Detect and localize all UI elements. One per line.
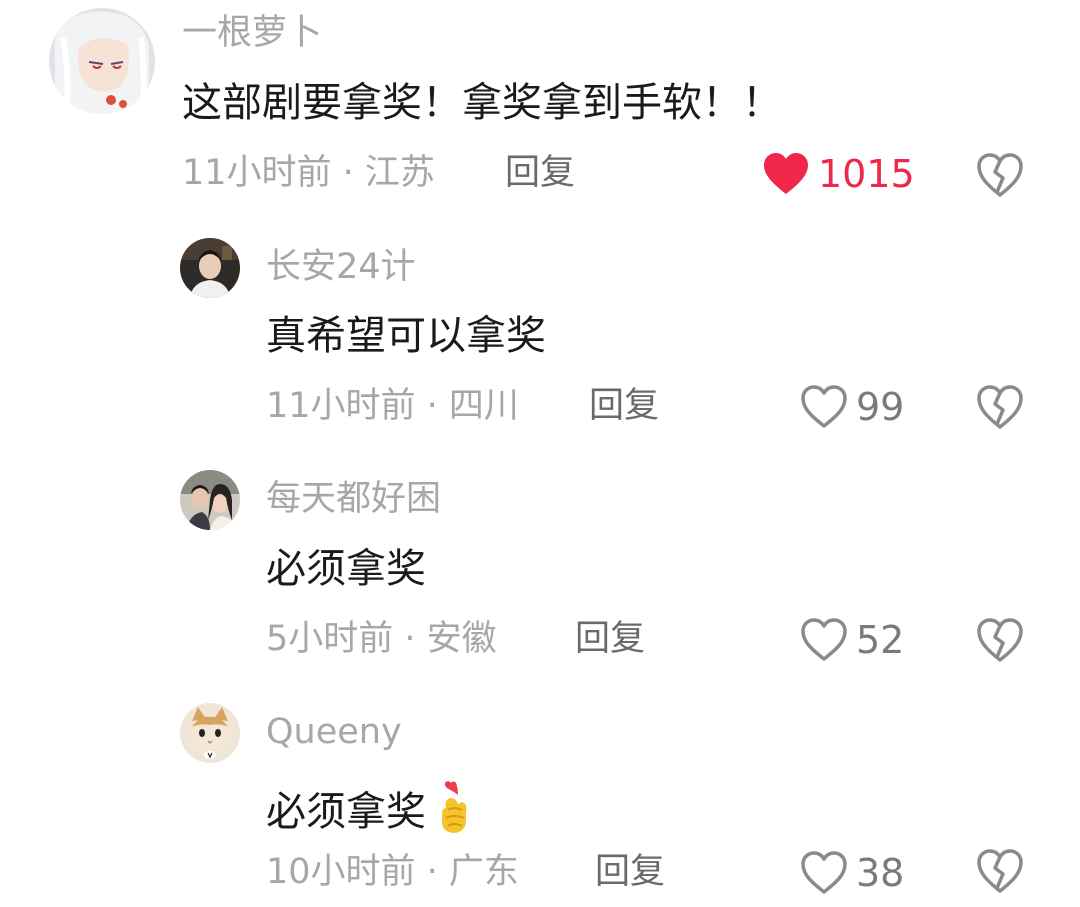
- comment-meta: 11小时前 · 四川: [266, 386, 519, 426]
- anime-character-avatar-icon: [49, 8, 155, 114]
- reply-button[interactable]: 回复: [595, 855, 665, 890]
- dislike-button[interactable]: [976, 152, 1024, 198]
- broken-heart-icon: [977, 385, 1023, 429]
- broken-heart-icon: [977, 618, 1023, 662]
- comment-text: 必须拿奖: [266, 546, 426, 592]
- broken-heart-icon: [977, 849, 1023, 893]
- comment-username[interactable]: Queeny: [266, 715, 402, 750]
- comment-username[interactable]: 长安24计: [266, 250, 416, 285]
- like-count: 52: [856, 618, 905, 662]
- cat-avatar-icon: [180, 703, 240, 763]
- comment-text: 必须拿奖: [266, 788, 426, 835]
- like-button[interactable]: 99: [800, 383, 904, 431]
- avatar[interactable]: [180, 470, 240, 530]
- like-button[interactable]: 1015: [762, 150, 915, 198]
- couple-photo-avatar-icon: [180, 470, 240, 530]
- like-count: 1015: [818, 152, 915, 196]
- dislike-button[interactable]: [976, 384, 1024, 430]
- comment-text: 这部剧要拿奖！拿奖拿到手软！！: [182, 80, 782, 126]
- like-count: 38: [856, 851, 905, 895]
- avatar[interactable]: [180, 703, 240, 763]
- dislike-button[interactable]: [976, 848, 1024, 894]
- dislike-button[interactable]: [976, 617, 1024, 663]
- reply-button[interactable]: 回复: [589, 389, 659, 424]
- comment-username[interactable]: 一根萝卜: [182, 16, 322, 51]
- heart-filled-icon: [764, 153, 808, 194]
- comment-meta: 10小时前 · 广东: [266, 852, 519, 892]
- like-button[interactable]: 38: [800, 849, 904, 897]
- comment-username[interactable]: 每天都好困: [266, 482, 441, 517]
- finger-heart-emoji-icon: [436, 780, 470, 843]
- heart-outline-icon: [801, 385, 847, 428]
- heart-outline-icon: [801, 618, 847, 661]
- reply-button[interactable]: 回复: [575, 622, 645, 657]
- reply-button[interactable]: 回复: [505, 156, 575, 191]
- broken-heart-icon: [977, 153, 1023, 197]
- comment-meta: 5小时前 · 安徽: [266, 619, 497, 659]
- avatar[interactable]: [49, 8, 155, 114]
- person-avatar-icon: [180, 238, 240, 298]
- avatar[interactable]: [180, 238, 240, 298]
- like-count: 99: [856, 385, 905, 429]
- comment-text-row: 必须拿奖: [266, 780, 470, 843]
- heart-outline-icon: [801, 851, 847, 894]
- like-button[interactable]: 52: [800, 616, 904, 664]
- comment-text: 真希望可以拿奖: [266, 313, 546, 359]
- comment-meta: 11小时前 · 江苏: [182, 153, 435, 193]
